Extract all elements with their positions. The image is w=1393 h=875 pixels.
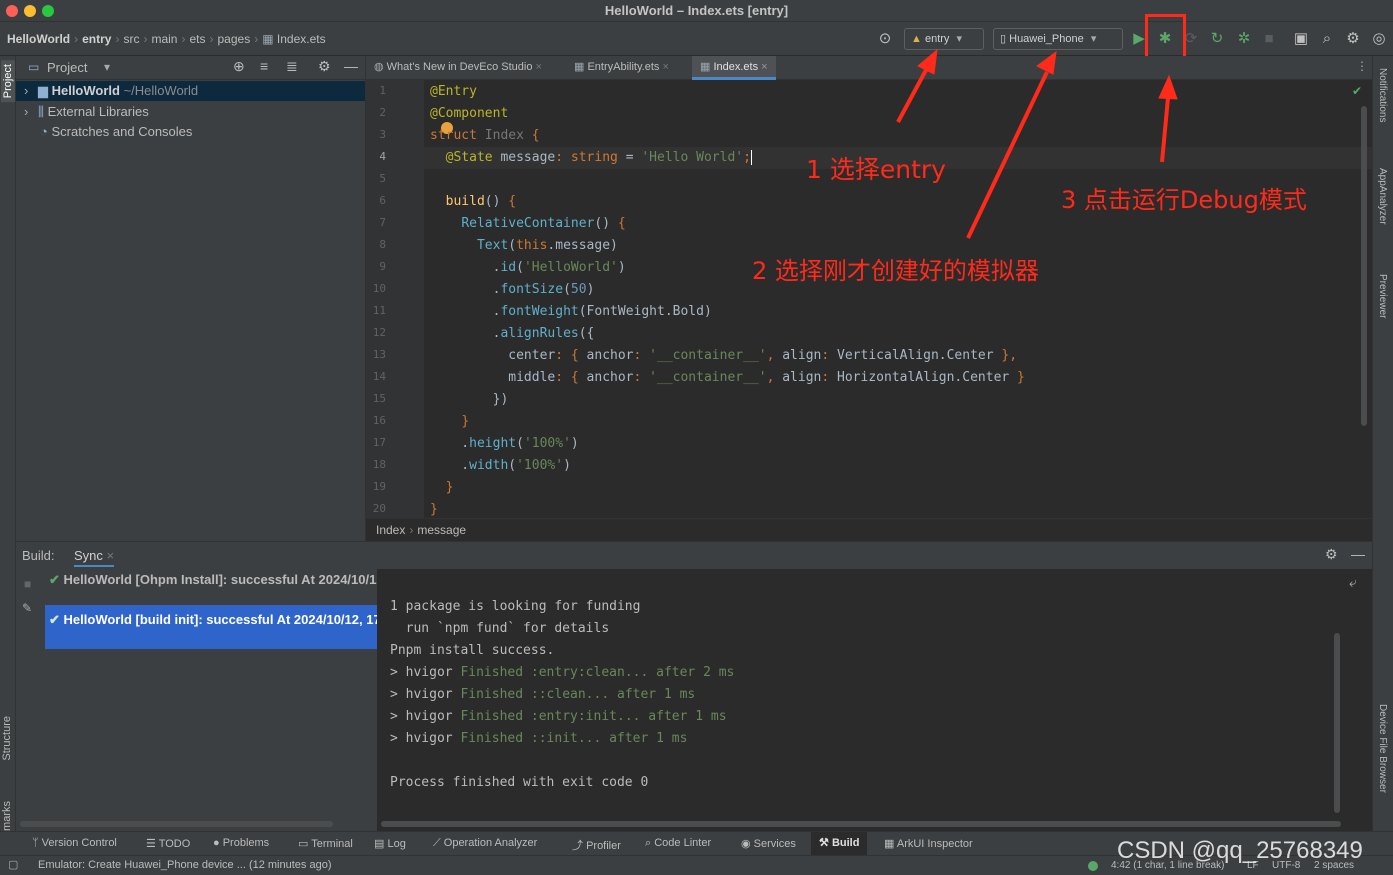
annotation-step-3: 3 点击运行Debug模式 <box>1061 186 1307 214</box>
annotation-arrows <box>896 48 1178 239</box>
annotation-step-1: 1 选择entry <box>806 155 946 184</box>
annotation-step-2: 2 选择刚才创建好的模拟器 <box>752 257 1039 285</box>
